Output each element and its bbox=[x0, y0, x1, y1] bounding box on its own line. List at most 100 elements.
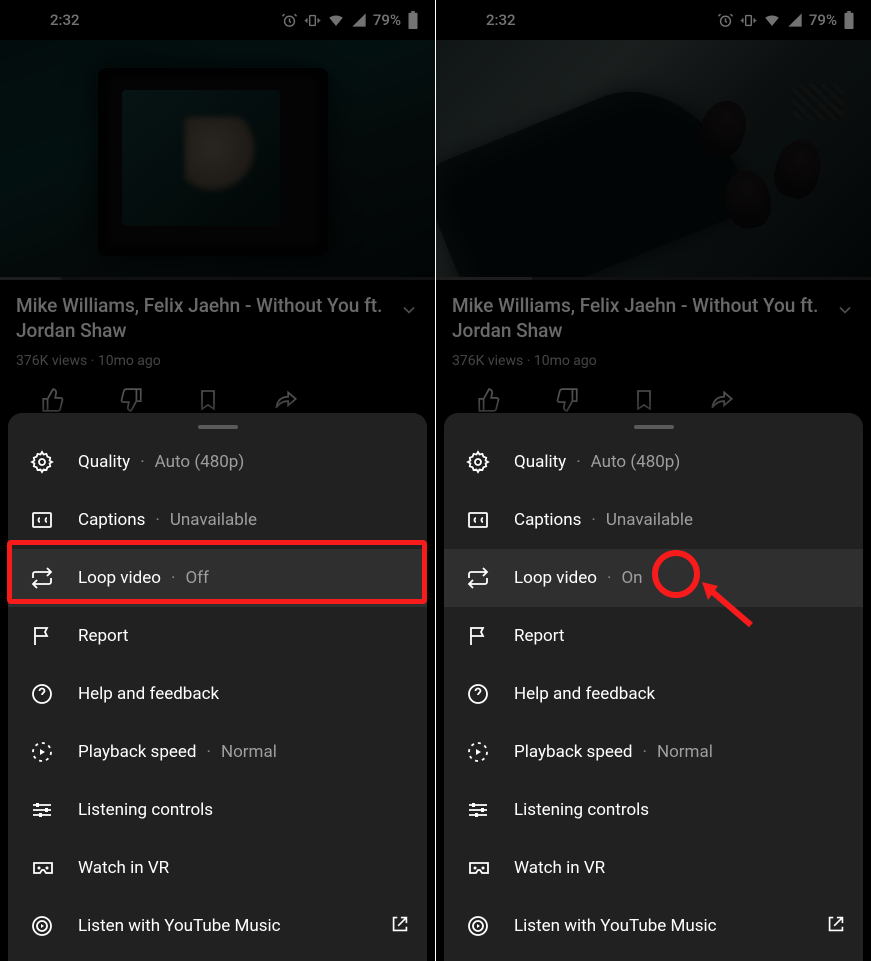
captions-label: Captions bbox=[514, 510, 581, 530]
row-vr[interactable]: Watch in VR bbox=[8, 839, 427, 897]
vibrate-icon bbox=[740, 12, 757, 29]
listening-label: Listening controls bbox=[78, 800, 213, 820]
row-ytmusic[interactable]: Listen with YouTube Music bbox=[444, 897, 863, 955]
dislike-icon[interactable] bbox=[554, 387, 580, 413]
row-captions[interactable]: Captions · Unavailable bbox=[8, 491, 427, 549]
status-icons: 79% bbox=[717, 11, 855, 29]
help-label: Help and feedback bbox=[514, 684, 655, 704]
row-help[interactable]: Help and feedback bbox=[8, 665, 427, 723]
video-meta: 376K views · 10mo ago bbox=[452, 353, 855, 369]
progress-bar[interactable] bbox=[0, 277, 435, 280]
progress-bar[interactable] bbox=[436, 277, 871, 280]
save-icon[interactable] bbox=[196, 387, 220, 413]
clock: 2:32 bbox=[486, 11, 516, 29]
help-icon bbox=[30, 682, 54, 706]
screenshot-left: 2:32 79% Mike Williams, Felix Jaehn - Wi… bbox=[0, 0, 435, 961]
row-speed[interactable]: Playback speed · Normal bbox=[8, 723, 427, 781]
row-ytmusic[interactable]: Listen with YouTube Music bbox=[8, 897, 427, 955]
ytmusic-label: Listen with YouTube Music bbox=[514, 916, 717, 936]
sheet-handle[interactable] bbox=[634, 425, 674, 429]
row-captions[interactable]: Captions · Unavailable bbox=[444, 491, 863, 549]
share-icon[interactable] bbox=[708, 387, 736, 413]
age: 10mo ago bbox=[534, 353, 597, 369]
alarm-icon bbox=[281, 12, 298, 29]
row-report[interactable]: Report bbox=[444, 607, 863, 665]
save-icon[interactable] bbox=[632, 387, 656, 413]
vibrate-icon bbox=[304, 12, 321, 29]
speed-value: Normal bbox=[657, 742, 713, 762]
video-scene-person bbox=[769, 135, 827, 202]
row-quality[interactable]: Quality · Auto (480p) bbox=[8, 433, 427, 491]
open-external-icon bbox=[825, 913, 847, 935]
screenshot-right: 2:32 79% Mike Williams, Felix Jaehn - Wi… bbox=[436, 0, 871, 961]
loop-label: Loop video bbox=[78, 568, 161, 588]
sheet-handle[interactable] bbox=[198, 425, 238, 429]
video-player[interactable] bbox=[436, 40, 871, 280]
vr-icon bbox=[30, 856, 56, 880]
battery-percent: 79% bbox=[809, 11, 837, 29]
share-icon[interactable] bbox=[272, 387, 300, 413]
speed-icon bbox=[30, 740, 54, 764]
vr-label: Watch in VR bbox=[514, 858, 605, 878]
row-help[interactable]: Help and feedback bbox=[444, 665, 863, 723]
report-label: Report bbox=[78, 626, 128, 646]
alarm-icon bbox=[717, 12, 734, 29]
ytmusic-icon bbox=[30, 914, 54, 938]
row-loop[interactable]: Loop video · Off bbox=[8, 549, 427, 607]
row-report[interactable]: Report bbox=[8, 607, 427, 665]
listening-label: Listening controls bbox=[514, 800, 649, 820]
row-listening[interactable]: Listening controls bbox=[444, 781, 863, 839]
help-icon bbox=[466, 682, 490, 706]
video-scene-car bbox=[436, 60, 755, 280]
video-player[interactable] bbox=[0, 40, 435, 280]
video-info: Mike Williams, Felix Jaehn - Without You… bbox=[0, 280, 435, 413]
row-vr[interactable]: Watch in VR bbox=[444, 839, 863, 897]
sliders-icon bbox=[466, 798, 490, 822]
loop-value: On bbox=[621, 568, 642, 588]
bottom-sheet: Quality · Auto (480p) Captions · Unavail… bbox=[444, 413, 863, 961]
wifi-icon bbox=[327, 11, 345, 29]
like-icon[interactable] bbox=[40, 387, 66, 413]
captions-value: Unavailable bbox=[606, 510, 693, 530]
status-bar: 2:32 79% bbox=[0, 0, 435, 40]
quality-label: Quality bbox=[514, 452, 566, 472]
video-title[interactable]: Mike Williams, Felix Jaehn - Without You… bbox=[16, 294, 389, 343]
cc-icon bbox=[466, 508, 490, 532]
flag-icon bbox=[466, 624, 490, 648]
row-quality[interactable]: Quality · Auto (480p) bbox=[444, 433, 863, 491]
sliders-icon bbox=[30, 798, 54, 822]
vr-label: Watch in VR bbox=[78, 858, 169, 878]
like-icon[interactable] bbox=[476, 387, 502, 413]
gear-icon bbox=[466, 450, 490, 474]
dislike-icon[interactable] bbox=[118, 387, 144, 413]
captions-label: Captions bbox=[78, 510, 145, 530]
status-bar: 2:32 79% bbox=[436, 0, 871, 40]
loop-value: Off bbox=[185, 568, 209, 588]
video-scene-grate bbox=[793, 84, 843, 120]
battery-percent: 79% bbox=[373, 11, 401, 29]
chevron-down-icon[interactable] bbox=[835, 300, 855, 320]
chevron-down-icon[interactable] bbox=[399, 300, 419, 320]
loop-icon bbox=[466, 566, 490, 590]
row-listening[interactable]: Listening controls bbox=[8, 781, 427, 839]
battery-icon bbox=[843, 11, 855, 29]
action-row bbox=[16, 387, 419, 413]
bottom-sheet: Quality · Auto (480p) Captions · Unavail… bbox=[8, 413, 427, 961]
row-loop[interactable]: Loop video · On bbox=[444, 549, 863, 607]
open-external-icon bbox=[389, 913, 411, 935]
clock: 2:32 bbox=[50, 11, 80, 29]
video-scene-person bbox=[721, 167, 774, 232]
views: 376K views bbox=[452, 353, 523, 369]
views: 376K views bbox=[16, 353, 87, 369]
video-title[interactable]: Mike Williams, Felix Jaehn - Without You… bbox=[452, 294, 825, 343]
speed-label: Playback speed bbox=[514, 742, 633, 762]
vr-icon bbox=[466, 856, 492, 880]
status-icons: 79% bbox=[281, 11, 419, 29]
speed-value: Normal bbox=[221, 742, 277, 762]
quality-value: Auto (480p) bbox=[155, 452, 245, 472]
row-speed[interactable]: Playback speed · Normal bbox=[444, 723, 863, 781]
action-row bbox=[452, 387, 855, 413]
flag-icon bbox=[30, 624, 54, 648]
signal-icon bbox=[787, 12, 803, 28]
speed-icon bbox=[466, 740, 490, 764]
